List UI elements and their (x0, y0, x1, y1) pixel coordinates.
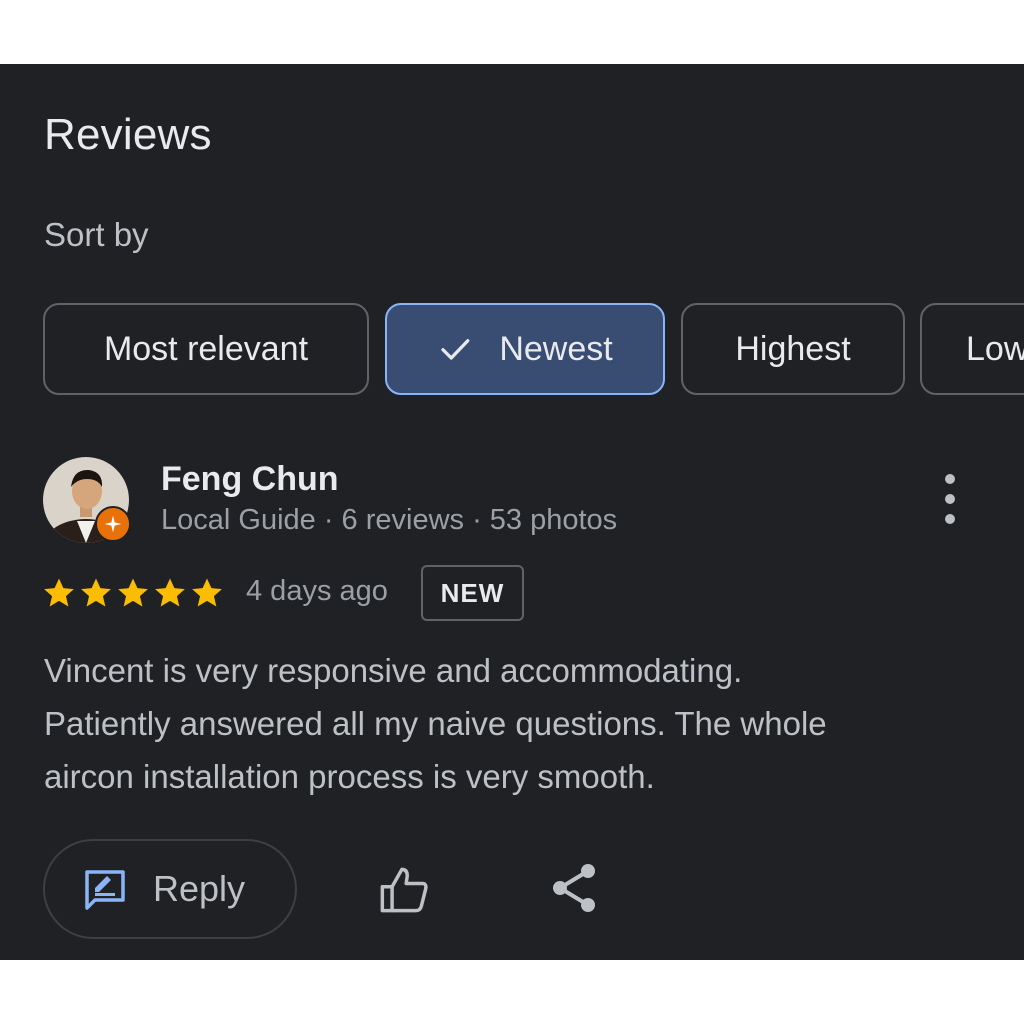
thumbs-up-icon[interactable] (378, 864, 430, 916)
chip-label: Most relevant (103, 329, 309, 368)
reply-label: Reply (153, 868, 246, 909)
local-guide-badge-icon (95, 506, 131, 542)
avatar[interactable] (43, 457, 131, 543)
review-text-line: Patiently answered all my naive question… (44, 705, 827, 742)
sort-chip-newest[interactable]: Newest (385, 303, 665, 395)
sort-chip-most-relevant[interactable]: Most relevant (43, 303, 369, 395)
sort-chip-highest[interactable]: Highest (681, 303, 905, 395)
more-options-icon[interactable] (930, 474, 970, 524)
star-icon (118, 578, 148, 607)
checkmark-icon (441, 339, 470, 360)
share-icon[interactable] (550, 862, 598, 914)
chip-label: Lowest (966, 329, 1024, 368)
reply-icon (85, 870, 125, 910)
star-icon (192, 578, 222, 607)
star-icon (81, 578, 111, 607)
sort-chip-lowest[interactable]: Lowest (920, 303, 1024, 395)
review-date: 4 days ago (246, 575, 388, 607)
reviewer-name[interactable]: Feng Chun (161, 460, 339, 499)
page-title: Reviews (44, 110, 212, 159)
chip-label: Highest (735, 329, 851, 368)
review-text: Vincent is very responsive and accommoda… (44, 644, 974, 803)
chip-label: Newest (499, 329, 613, 368)
sort-by-label: Sort by (44, 216, 149, 253)
reviewer-meta: Local Guide · 6 reviews · 53 photos (161, 504, 618, 536)
reviews-panel: Reviews Sort by Most relevant Newest Hig… (0, 64, 1024, 960)
star-rating (42, 576, 224, 610)
review-text-line: aircon installation process is very smoo… (44, 758, 655, 795)
reply-button[interactable]: Reply (43, 839, 297, 939)
star-icon (44, 578, 74, 607)
review-text-line: Vincent is very responsive and accommoda… (44, 652, 743, 689)
new-badge: NEW (421, 565, 524, 621)
star-icon (155, 578, 185, 607)
